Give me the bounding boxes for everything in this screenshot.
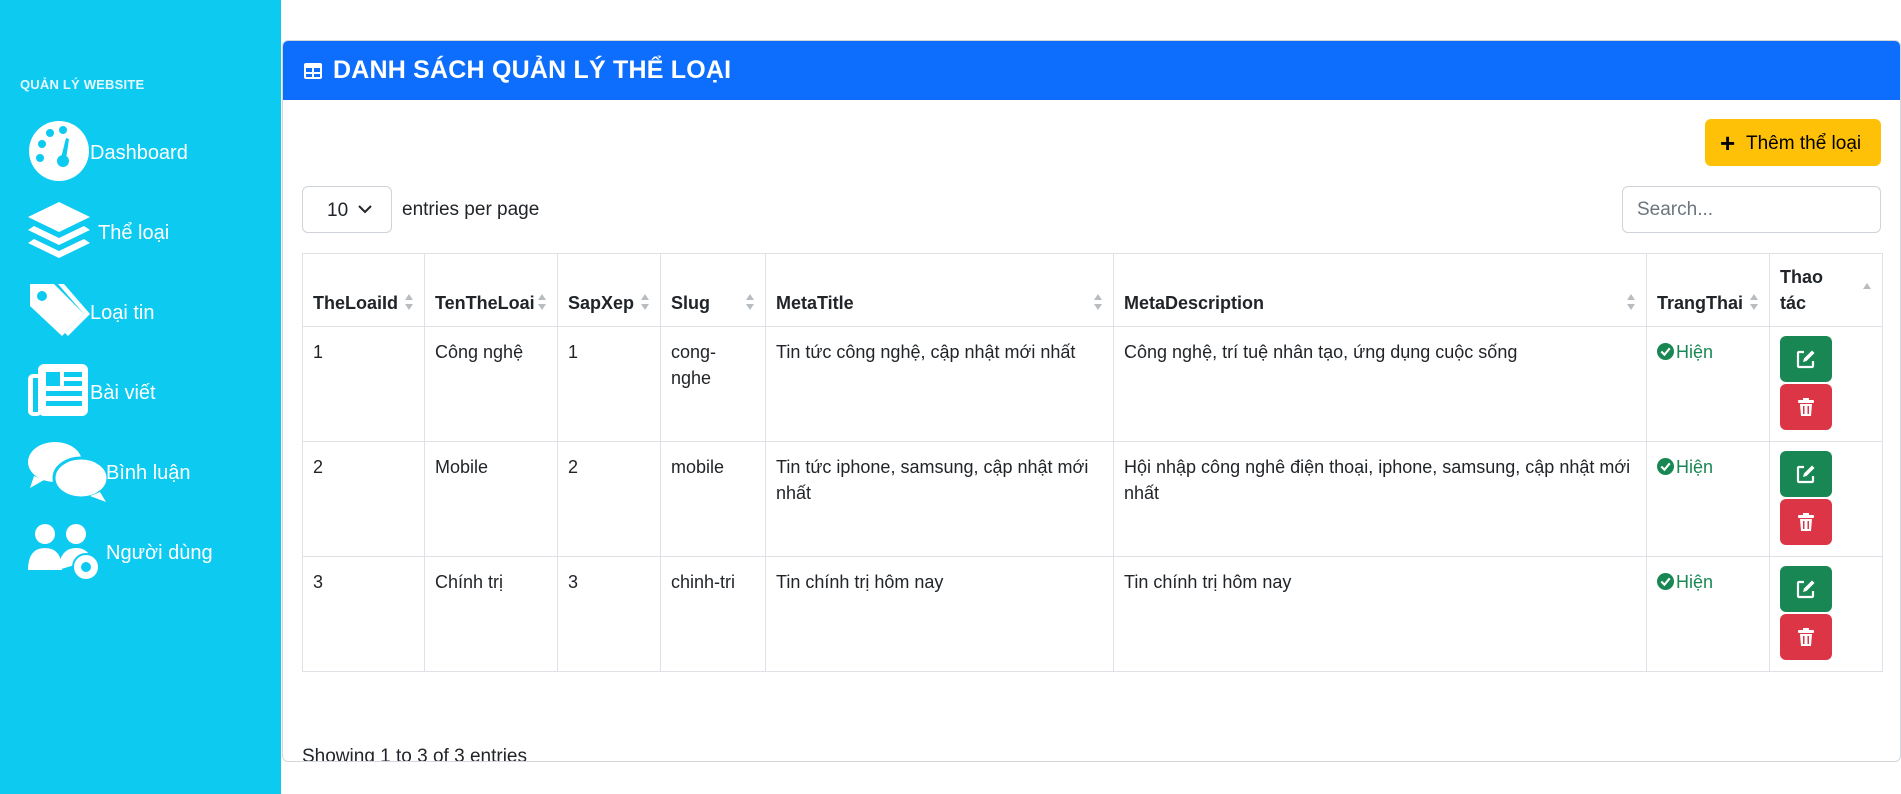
column-header-trangthai[interactable]: TrangThai [1646, 253, 1770, 327]
cell-name: Công nghệ [424, 326, 558, 442]
sidebar-item-label: Thể loại [98, 222, 170, 244]
cell-order: 1 [557, 326, 661, 442]
tags-icon [30, 284, 90, 336]
cell-meta-title: Tin tức công nghệ, cập nhật mới nhất [765, 326, 1114, 442]
table-info: Showing 1 to 3 of 3 entries [302, 746, 527, 762]
trash-icon [1798, 398, 1814, 416]
status-badge: Hiện [1657, 342, 1713, 362]
table-row: 2 Mobile 2 mobile Tin tức iphone, samsun… [302, 441, 1883, 557]
layers-icon [28, 202, 90, 258]
cell-actions [1769, 441, 1883, 557]
edit-button[interactable] [1780, 451, 1832, 497]
sort-icon [538, 294, 546, 310]
sidebar-item-label: Loại tin [90, 302, 155, 324]
cell-id: 3 [302, 556, 425, 672]
delete-button[interactable] [1780, 614, 1832, 660]
cell-status: Hiện [1646, 326, 1770, 442]
card-header: DANH SÁCH QUẢN LÝ THỂ LOẠI [283, 41, 1900, 100]
delete-button[interactable] [1780, 499, 1832, 545]
search-input[interactable] [1622, 186, 1881, 233]
table-row: 3 Chính trị 3 chinh-tri Tin chính trị hô… [302, 556, 1883, 672]
sidebar-heading: QUẢN LÝ WEBSITE [20, 77, 145, 92]
cell-order: 3 [557, 556, 661, 672]
cell-name: Mobile [424, 441, 558, 557]
status-badge: Hiện [1657, 572, 1713, 592]
sort-icon [1094, 294, 1102, 310]
delete-button[interactable] [1780, 384, 1832, 430]
edit-button[interactable] [1780, 336, 1832, 382]
edit-icon [1796, 465, 1815, 484]
cell-name: Chính trị [424, 556, 558, 672]
sort-icon [641, 294, 649, 310]
comments-icon [28, 442, 108, 502]
users-gear-icon [28, 524, 100, 581]
sidebar-item-nguoi-dung[interactable]: Người dùng [28, 520, 268, 586]
table-row: 1 Công nghệ 1 cong-nghe Tin tức công ngh… [302, 326, 1883, 442]
sidebar-item-label: Bình luận [106, 462, 191, 484]
trash-icon [1798, 628, 1814, 646]
cell-actions [1769, 326, 1883, 442]
sort-icon [1863, 283, 1871, 289]
sort-icon [405, 294, 413, 310]
cell-slug: chinh-tri [660, 556, 766, 672]
cell-actions [1769, 556, 1883, 672]
edit-button[interactable] [1780, 566, 1832, 612]
sidebar-item-label: Người dùng [106, 542, 213, 564]
cell-status: Hiện [1646, 556, 1770, 672]
newspaper-icon [28, 364, 88, 416]
sidebar-item-loai-tin[interactable]: Loại tin [28, 280, 268, 346]
column-header-slug[interactable]: Slug [660, 253, 766, 327]
edit-icon [1796, 350, 1815, 369]
table-header-row: TheLoaiId TenTheLoai SapXep Slug MetaTit… [302, 253, 1883, 327]
sidebar-item-dashboard[interactable]: Dashboard [28, 120, 268, 186]
sort-icon [1750, 294, 1758, 310]
cell-id: 2 [302, 441, 425, 557]
cell-id: 1 [302, 326, 425, 442]
category-table: TheLoaiId TenTheLoai SapXep Slug MetaTit… [302, 253, 1883, 672]
column-header-sapxep[interactable]: SapXep [557, 253, 661, 327]
check-circle-icon [1657, 458, 1674, 475]
per-page-select[interactable]: 10 [302, 186, 392, 233]
add-category-label: Thêm thể loại [1746, 133, 1862, 154]
cell-meta-description: Hội nhập công nghê điện thoại, iphone, s… [1113, 441, 1647, 557]
sidebar-item-bai-viet[interactable]: Bài viết [28, 360, 268, 426]
column-header-metadescription[interactable]: MetaDescription [1113, 253, 1647, 327]
cell-meta-title: Tin chính trị hôm nay [765, 556, 1114, 672]
cell-slug: mobile [660, 441, 766, 557]
cell-status: Hiện [1646, 441, 1770, 557]
cell-order: 2 [557, 441, 661, 557]
table-icon [304, 63, 322, 79]
check-circle-icon [1657, 343, 1674, 360]
cell-meta-title: Tin tức iphone, samsung, cập nhật mới nh… [765, 441, 1114, 557]
check-circle-icon [1657, 573, 1674, 590]
chevron-down-icon [358, 205, 372, 214]
column-header-metatitle[interactable]: MetaTitle [765, 253, 1114, 327]
cell-slug: cong-nghe [660, 326, 766, 442]
sidebar-item-the-loai[interactable]: Thể loại [28, 200, 268, 266]
cell-meta-description: Tin chính trị hôm nay [1113, 556, 1647, 672]
sidebar-item-label: Bài viết [90, 382, 156, 404]
sidebar: QUẢN LÝ WEBSITE Dashboard Thể loại Loại … [0, 0, 281, 794]
sort-icon [746, 294, 754, 310]
gauge-icon [29, 121, 89, 181]
sidebar-item-label: Dashboard [90, 142, 188, 164]
trash-icon [1798, 513, 1814, 531]
column-header-theloaiid[interactable]: TheLoaiId [302, 253, 425, 327]
add-category-button[interactable]: + Thêm thể loại [1705, 119, 1881, 166]
per-page-label: entries per page [402, 199, 540, 220]
sort-icon [1627, 294, 1635, 310]
per-page-value: 10 [327, 200, 349, 221]
cell-meta-description: Công nghệ, trí tuệ nhân tạo, ứng dụng cu… [1113, 326, 1647, 442]
content-card: DANH SÁCH QUẢN LÝ THỂ LOẠI + Thêm thể lo… [282, 40, 1901, 762]
status-badge: Hiện [1657, 457, 1713, 477]
plus-icon: + [1720, 128, 1736, 158]
column-header-thao-tac[interactable]: Thao tác [1769, 253, 1883, 327]
column-header-tentheloai[interactable]: TenTheLoai [424, 253, 558, 327]
sidebar-item-binh-luan[interactable]: Bình luận [28, 440, 268, 506]
edit-icon [1796, 580, 1815, 599]
page-title: DANH SÁCH QUẢN LÝ THỂ LOẠI [333, 56, 732, 84]
